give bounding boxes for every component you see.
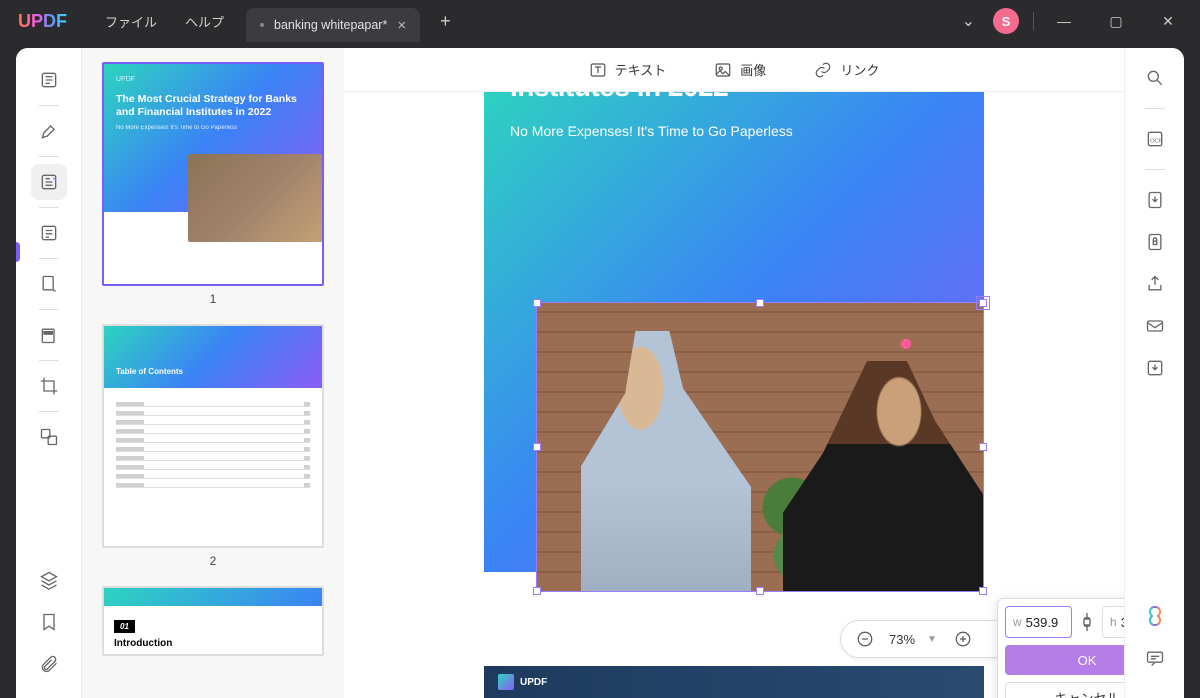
right-toolbar: OCR [1124,48,1184,698]
left-toolbar [16,48,82,698]
zoom-value[interactable]: 73% [889,632,915,647]
edit-tool-icon[interactable] [31,164,67,200]
window-minimize-button[interactable]: — [1042,6,1086,36]
new-tab-button[interactable]: + [440,11,451,32]
menu-help[interactable]: ヘルプ [185,12,224,31]
export-icon[interactable] [1143,188,1167,212]
tab-close-icon[interactable]: × [397,17,406,34]
crop-tool-icon[interactable] [31,368,67,404]
highlighter-tool-icon[interactable] [31,113,67,149]
page-subtitle: No More Expenses! It's Time to Go Paperl… [510,123,958,139]
search-icon[interactable] [1143,66,1167,90]
resize-handle[interactable] [756,587,764,595]
resize-handle[interactable] [979,299,987,307]
document-tab[interactable]: banking whitepapar* × [246,8,420,42]
organize-tool-icon[interactable] [31,266,67,302]
menu-file[interactable]: ファイル [105,12,157,31]
compress-tool-icon[interactable] [31,419,67,455]
page-number: 1 [102,292,324,306]
tool-image-button[interactable]: 画像 [714,60,766,79]
ok-button[interactable]: OK [1005,645,1124,675]
resize-handle[interactable] [756,299,764,307]
width-input[interactable]: w539.9 [1005,606,1072,638]
intro-number: 01 [114,620,135,633]
thumb-title: The Most Crucial Strategy for Banks and … [116,93,310,119]
tab-menu-chevron-icon[interactable]: ⌄ [962,11,975,31]
divider [1033,12,1034,30]
page-thumbnail[interactable]: 01 Introduction [102,586,324,656]
ocr-icon[interactable]: OCR [1143,127,1167,151]
next-page-footer: UPDF [484,666,984,698]
reader-tool-icon[interactable] [31,62,67,98]
comments-icon[interactable] [1143,646,1167,670]
resize-handle[interactable] [533,587,541,595]
thumb-cover-image [188,154,324,242]
save-icon[interactable] [1143,356,1167,380]
cancel-button[interactable]: キャンセル [1005,682,1124,698]
bookmark-icon[interactable] [31,604,67,640]
window-maximize-button[interactable]: ▢ [1094,6,1138,36]
page-title: Institutes in 2022 [510,92,958,101]
share-icon[interactable] [1143,272,1167,296]
page-number: 2 [102,554,324,568]
resize-handle[interactable] [979,443,987,451]
tab-dot-icon [260,23,264,27]
page-thumbnail[interactable]: UPDF The Most Crucial Strategy for Banks… [102,62,324,286]
app-logo: UPDF [18,11,67,32]
tab-title: banking whitepapar* [274,18,387,32]
mail-icon[interactable] [1143,314,1167,338]
aspect-lock-icon[interactable] [1079,611,1095,633]
tool-link-button[interactable]: リンク [814,60,879,79]
zoom-dropdown-icon[interactable]: ▼ [927,634,937,645]
zoom-out-button[interactable] [853,627,877,651]
page-thumbnail[interactable]: Table of Contents [102,324,324,548]
form-tool-icon[interactable] [31,215,67,251]
svg-text:OCR: OCR [1150,138,1163,144]
thumb-logo: UPDF [116,76,310,83]
thumb-subtitle: No More Expenses! It's Time to Go Paperl… [116,125,310,131]
intro-heading: Introduction [114,638,312,649]
resize-handle[interactable] [533,443,541,451]
user-avatar[interactable]: S [993,8,1019,34]
redact-tool-icon[interactable] [31,317,67,353]
selected-image[interactable] [536,302,984,592]
tool-text-button[interactable]: テキスト [589,60,667,79]
document-canvas[interactable]: Institutes in 2022 No More Expenses! It'… [344,92,1124,698]
attachment-icon[interactable] [31,646,67,682]
layers-icon[interactable] [31,562,67,598]
resize-handle[interactable] [979,587,987,595]
ai-assistant-icon[interactable] [1143,604,1167,628]
thumbnail-panel[interactable]: UPDF The Most Crucial Strategy for Banks… [82,48,344,698]
active-tool-indicator [16,242,20,262]
resize-handle[interactable] [533,299,541,307]
window-close-button[interactable]: ✕ [1146,6,1190,36]
toc-title: Table of Contents [116,367,183,376]
zoom-in-button[interactable] [951,627,975,651]
resize-dialog: w539.9 h344.4 OK キャンセル [997,598,1124,698]
protect-icon[interactable] [1143,230,1167,254]
height-input[interactable]: h344.4 [1102,606,1124,638]
footer-logo-icon [498,674,514,690]
